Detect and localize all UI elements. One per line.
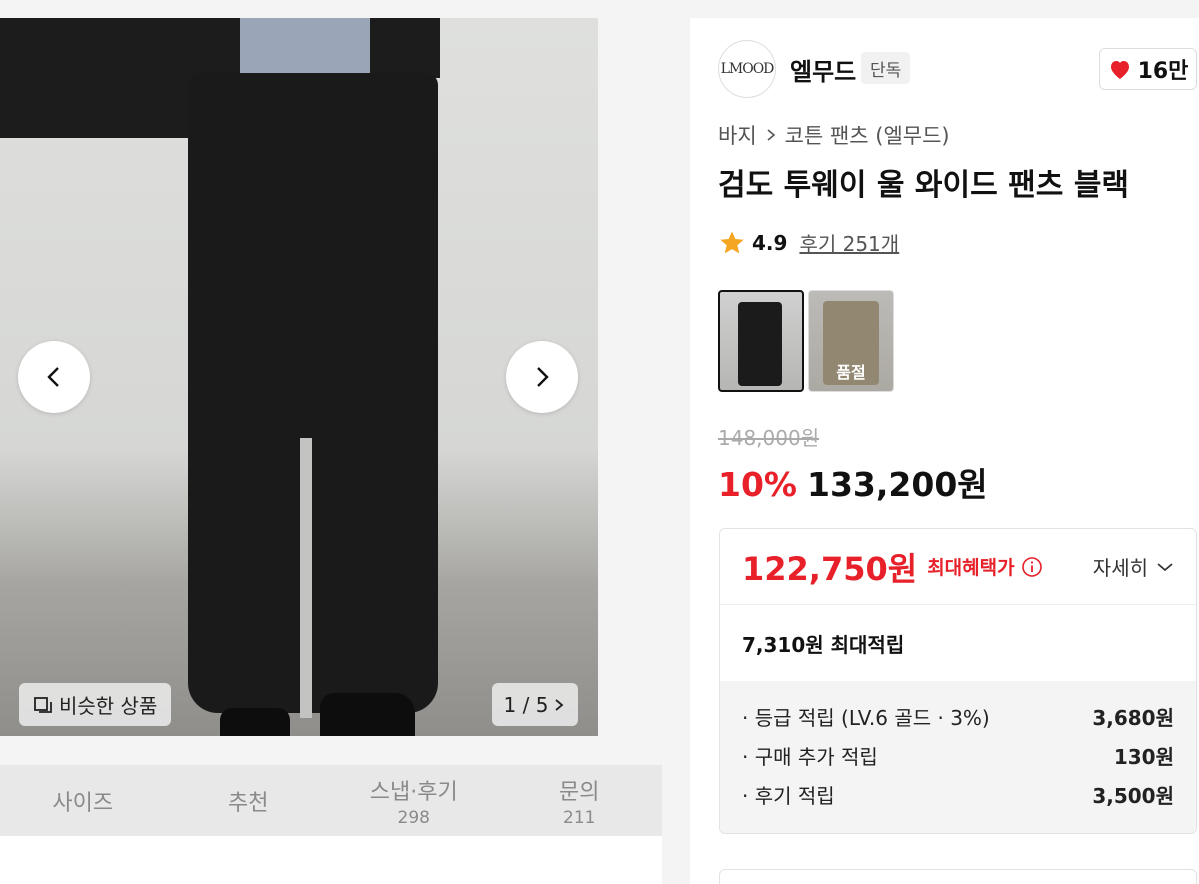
photo-pants-gap xyxy=(300,438,312,718)
points-row: · 구매 추가 적립 130원 xyxy=(742,736,1174,775)
points-value: 3,680원 xyxy=(1092,706,1174,730)
like-count: 16만 xyxy=(1137,59,1189,84)
points-label: · 후기 적립 xyxy=(742,784,835,808)
like-button[interactable]: 16만 xyxy=(1099,48,1197,90)
chevron-right-icon xyxy=(555,698,564,711)
exclusive-badge: 단독 xyxy=(861,52,911,84)
content-area xyxy=(0,836,662,884)
benefit-box: 122,750원 최대혜택가 자세히 7,310원 최대적립 · 등급 적립 (… xyxy=(719,528,1197,834)
tab-snap-review[interactable]: 스냅·후기 298 xyxy=(331,765,497,836)
tab-label: 사이즈 xyxy=(52,790,114,816)
similar-icon xyxy=(34,696,52,713)
chevron-right-icon xyxy=(767,129,775,141)
product-tabs: 사이즈 추천 스냅·후기 298 문의 211 xyxy=(0,765,662,836)
photo-shoe-left xyxy=(220,708,290,736)
tab-label: 추천 xyxy=(228,790,269,816)
similar-products-button[interactable]: 비슷한 상품 xyxy=(19,683,172,726)
points-row: · 등급 적립 (LV.6 골드 · 3%) 3,680원 xyxy=(742,697,1174,736)
soldout-label: 품절 xyxy=(836,363,866,382)
info-icon[interactable] xyxy=(1021,556,1043,578)
max-benefit-label: 최대혜택가 xyxy=(927,557,1015,579)
image-counter-text: 1 / 5 xyxy=(503,692,549,717)
chevron-left-icon xyxy=(47,367,59,387)
points-value: 130원 xyxy=(1113,745,1174,769)
detail-label: 자세히 xyxy=(1092,556,1148,580)
discount-rate: 10% xyxy=(718,465,797,504)
points-row: · 후기 적립 3,500원 xyxy=(742,775,1174,814)
tab-inquiry[interactable]: 문의 211 xyxy=(497,765,663,836)
prev-image-button[interactable] xyxy=(18,341,90,413)
image-counter: 1 / 5 xyxy=(492,683,578,726)
tab-label: 스냅·후기 xyxy=(369,779,458,805)
points-label: · 등급 적립 (LV.6 골드 · 3%) xyxy=(742,706,990,730)
detail-toggle-button[interactable]: 자세히 xyxy=(1093,552,1174,581)
breadcrumb-subcategory[interactable]: 코튼 팬츠 (엘무드) xyxy=(785,120,950,150)
product-info-panel: LMOOD 엘무드 단독 16만 바지 코튼 팬츠 (엘무드) 검도 투웨이 울… xyxy=(690,18,1199,884)
color-option-beige[interactable]: 품절 xyxy=(808,290,894,392)
points-value: 3,500원 xyxy=(1092,784,1174,808)
max-benefit-price: 122,750원 xyxy=(742,549,918,588)
brand-logo-text: LMOOD xyxy=(720,61,775,77)
benefit-header: 122,750원 최대혜택가 자세히 xyxy=(720,529,1196,605)
rating-score: 4.9 xyxy=(752,230,788,255)
photo-jacket-right xyxy=(370,18,440,78)
chevron-right-icon xyxy=(537,367,549,387)
review-link[interactable]: 후기 251개 xyxy=(799,228,899,257)
product-title: 검도 투웨이 울 와이드 팬츠 블랙 xyxy=(718,168,1130,203)
breadcrumb: 바지 코튼 팬츠 (엘무드) xyxy=(718,120,950,150)
rating-row: 4.9 후기 251개 xyxy=(718,228,899,257)
similar-products-label: 비슷한 상품 xyxy=(59,694,158,718)
tab-count: 211 xyxy=(563,807,596,828)
color-option-black[interactable] xyxy=(718,290,804,392)
original-price: 148,000원 xyxy=(718,426,820,450)
product-gallery-panel: 비슷한 상품 1 / 5 사이즈 추천 스냅·후기 298 문의 211 xyxy=(0,0,662,884)
photo-pants xyxy=(188,73,438,713)
tab-size[interactable]: 사이즈 xyxy=(0,765,166,836)
photo-shirt xyxy=(240,18,370,73)
tab-label: 문의 xyxy=(559,779,600,805)
brand-logo[interactable]: LMOOD xyxy=(718,40,776,98)
next-section-box xyxy=(719,869,1197,884)
points-summary: 7,310원 최대적립 xyxy=(742,632,905,657)
sale-price: 133,200원 xyxy=(807,465,988,504)
tab-recommend[interactable]: 추천 xyxy=(166,765,332,836)
points-label: · 구매 추가 적립 xyxy=(742,745,878,769)
photo-shoe-right xyxy=(320,693,415,736)
star-icon xyxy=(720,230,744,253)
price-row: 10% 133,200원 xyxy=(718,458,988,506)
heart-icon xyxy=(1110,61,1129,79)
points-list: · 등급 적립 (LV.6 골드 · 3%) 3,680원 · 구매 추가 적립… xyxy=(720,681,1196,833)
next-image-button[interactable] xyxy=(506,341,578,413)
tab-count: 298 xyxy=(397,807,430,828)
brand-name[interactable]: 엘무드 xyxy=(790,52,856,87)
chevron-down-icon xyxy=(1157,562,1173,571)
breadcrumb-category[interactable]: 바지 xyxy=(718,120,757,150)
thumb-image xyxy=(738,302,782,386)
